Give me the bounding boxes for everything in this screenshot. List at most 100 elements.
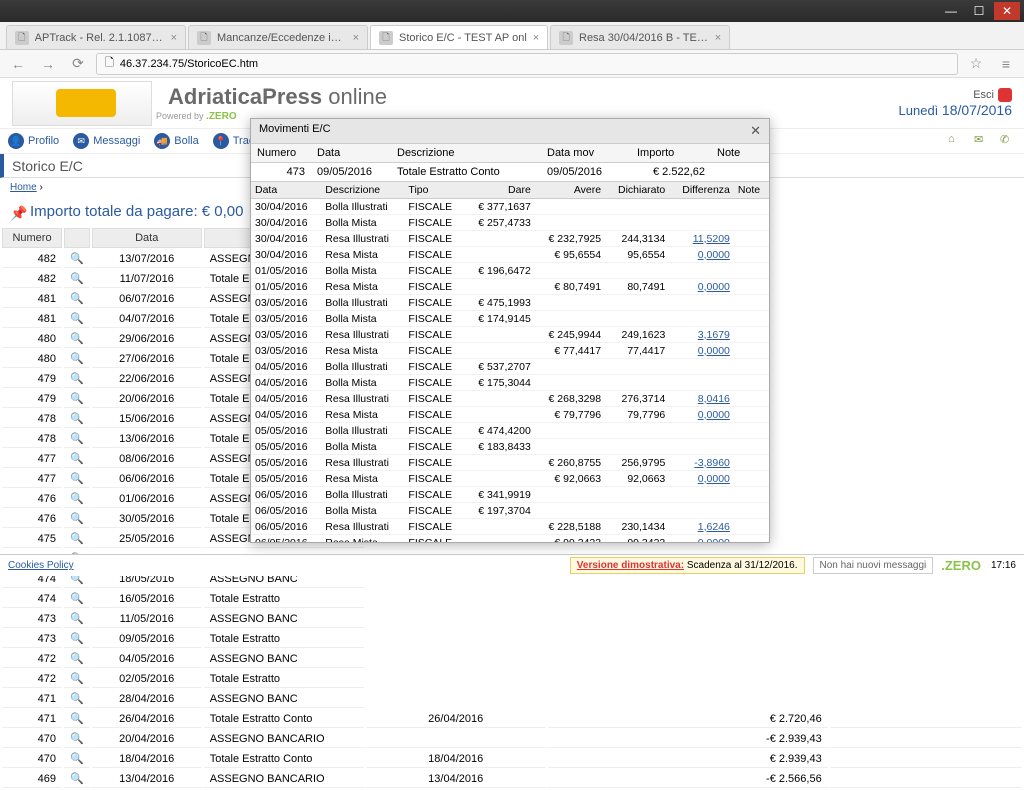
table-row[interactable]: 30/04/2016Bolla MistaFISCALE€ 257,4733: [251, 215, 769, 231]
magnifier-icon[interactable]: 🔍: [70, 293, 84, 305]
diff-link[interactable]: 0,0000: [698, 281, 730, 293]
table-row[interactable]: 06/05/2016Resa IllustratiFISCALE€ 228,51…: [251, 519, 769, 535]
table-row[interactable]: 30/04/2016Resa IllustratiFISCALE€ 232,79…: [251, 231, 769, 247]
menu-item[interactable]: ✉Messaggi: [73, 133, 140, 149]
back-button[interactable]: ←: [6, 52, 30, 76]
table-row[interactable]: 03/05/2016Bolla IllustratiFISCALE€ 475,1…: [251, 295, 769, 311]
table-row[interactable]: 04/05/2016Resa IllustratiFISCALE€ 268,32…: [251, 391, 769, 407]
table-row[interactable]: 05/05/2016Resa MistaFISCALE€ 92,066392,0…: [251, 471, 769, 487]
table-row[interactable]: 03/05/2016Resa IllustratiFISCALE€ 245,99…: [251, 327, 769, 343]
magnifier-icon[interactable]: 🔍: [70, 613, 84, 625]
menu-item[interactable]: 🚚Bolla: [154, 133, 198, 149]
magnifier-icon[interactable]: 🔍: [70, 753, 84, 765]
table-row[interactable]: 03/05/2016Bolla MistaFISCALE€ 174,9145: [251, 311, 769, 327]
column-header[interactable]: Data: [92, 228, 202, 248]
table-row[interactable]: 469🔍13/04/2016ASSEGNO BANCARIO13/04/2016…: [2, 770, 1022, 788]
magnifier-icon[interactable]: 🔍: [70, 333, 84, 345]
table-row[interactable]: 01/05/2016Bolla MistaFISCALE€ 196,6472: [251, 263, 769, 279]
table-row[interactable]: 04/05/2016Bolla MistaFISCALE€ 175,3044: [251, 375, 769, 391]
diff-link[interactable]: 8,0416: [698, 393, 730, 405]
magnifier-icon[interactable]: 🔍: [70, 413, 84, 425]
diff-link[interactable]: 0,0000: [698, 249, 730, 261]
column-header[interactable]: [64, 228, 90, 248]
table-row[interactable]: 30/04/2016Resa MistaFISCALE€ 95,655495,6…: [251, 247, 769, 263]
magnifier-icon[interactable]: 🔍: [70, 533, 84, 545]
magnifier-icon[interactable]: 🔍: [70, 313, 84, 325]
diff-link[interactable]: 0,0000: [698, 345, 730, 357]
popup-close-button[interactable]: ✕: [750, 123, 761, 139]
magnifier-icon[interactable]: 🔍: [70, 513, 84, 525]
table-row[interactable]: 470🔍18/04/2016Totale Estratto Conto18/04…: [2, 750, 1022, 768]
table-row[interactable]: 471🔍26/04/2016Totale Estratto Conto26/04…: [2, 710, 1022, 728]
menu-button[interactable]: ≡: [994, 52, 1018, 76]
magnifier-icon[interactable]: 🔍: [70, 453, 84, 465]
diff-link[interactable]: 11,5209: [693, 233, 730, 245]
diff-link[interactable]: 3,1679: [698, 329, 730, 341]
home-icon[interactable]: ⌂: [948, 133, 964, 149]
table-row[interactable]: 04/05/2016Bolla IllustratiFISCALE€ 537,2…: [251, 359, 769, 375]
table-row[interactable]: 05/05/2016Bolla MistaFISCALE€ 183,8433: [251, 439, 769, 455]
diff-link[interactable]: 1,6246: [698, 521, 730, 533]
magnifier-icon[interactable]: 🔍: [70, 473, 84, 485]
table-row[interactable]: 472🔍04/05/2016ASSEGNO BANC: [2, 650, 1022, 668]
table-row[interactable]: 05/05/2016Resa IllustratiFISCALE€ 260,87…: [251, 455, 769, 471]
table-row[interactable]: 06/05/2016Bolla MistaFISCALE€ 197,3704: [251, 503, 769, 519]
magnifier-icon[interactable]: 🔍: [70, 673, 84, 685]
table-row[interactable]: 06/05/2016Resa MistaFISCALE€ 99,342399,3…: [251, 535, 769, 543]
table-row[interactable]: 06/05/2016Bolla IllustratiFISCALE€ 341,9…: [251, 487, 769, 503]
close-button[interactable]: ✕: [994, 2, 1020, 20]
diff-link[interactable]: 0,0000: [698, 473, 730, 485]
table-row[interactable]: 01/05/2016Resa MistaFISCALE€ 80,749180,7…: [251, 279, 769, 295]
bookmark-button[interactable]: ☆: [964, 52, 988, 76]
forward-button[interactable]: →: [36, 52, 60, 76]
maximize-button[interactable]: ☐: [966, 2, 992, 20]
tab-close-icon[interactable]: ×: [533, 32, 539, 44]
magnifier-icon[interactable]: 🔍: [70, 773, 84, 785]
url-input[interactable]: 🗋 46.37.234.75/StoricoEC.htm: [96, 53, 958, 75]
cookies-link[interactable]: Cookies Policy: [8, 560, 74, 571]
magnifier-icon[interactable]: 🔍: [70, 493, 84, 505]
table-row[interactable]: 472🔍02/05/2016Totale Estratto: [2, 670, 1022, 688]
messages-status[interactable]: Non hai nuovi messaggi: [813, 557, 934, 574]
table-row[interactable]: 04/05/2016Resa MistaFISCALE€ 79,779679,7…: [251, 407, 769, 423]
table-row[interactable]: 05/05/2016Bolla IllustratiFISCALE€ 474,4…: [251, 423, 769, 439]
browser-tab[interactable]: 🗋Resa 30/04/2016 B - TEST×: [550, 25, 730, 49]
table-row[interactable]: 474🔍16/05/2016Totale Estratto: [2, 590, 1022, 608]
logout-link[interactable]: Esci: [899, 88, 1012, 102]
tab-close-icon[interactable]: ×: [715, 32, 721, 44]
reload-button[interactable]: ⟳: [66, 52, 90, 76]
browser-tab[interactable]: 🗋Storico E/C - TEST AP onl×: [370, 25, 548, 49]
magnifier-icon[interactable]: 🔍: [70, 693, 84, 705]
table-row[interactable]: 470🔍20/04/2016ASSEGNO BANCARIO-€ 2.939,4…: [2, 730, 1022, 748]
table-row[interactable]: 30/04/2016Bolla IllustratiFISCALE€ 377,1…: [251, 199, 769, 215]
browser-tab[interactable]: 🗋APTrack - Rel. 2.1.1087 - T×: [6, 25, 186, 49]
magnifier-icon[interactable]: 🔍: [70, 633, 84, 645]
magnifier-icon[interactable]: 🔍: [70, 393, 84, 405]
magnifier-icon[interactable]: 🔍: [70, 353, 84, 365]
diff-link[interactable]: 0,0000: [698, 537, 730, 543]
mail-icon[interactable]: ✉: [974, 133, 990, 149]
table-row[interactable]: 471🔍28/04/2016ASSEGNO BANC: [2, 690, 1022, 708]
browser-tab[interactable]: 🗋Mancanze/Eccedenze in E×: [188, 25, 368, 49]
menu-icon: ✉: [73, 133, 89, 149]
magnifier-icon[interactable]: 🔍: [70, 433, 84, 445]
breadcrumb-home[interactable]: Home: [10, 182, 37, 193]
magnifier-icon[interactable]: 🔍: [70, 373, 84, 385]
table-row[interactable]: 03/05/2016Resa MistaFISCALE€ 77,441777,4…: [251, 343, 769, 359]
magnifier-icon[interactable]: 🔍: [70, 273, 84, 285]
magnifier-icon[interactable]: 🔍: [70, 593, 84, 605]
magnifier-icon[interactable]: 🔍: [70, 253, 84, 265]
magnifier-icon[interactable]: 🔍: [70, 733, 84, 745]
diff-link[interactable]: -3,8960: [694, 457, 730, 469]
table-row[interactable]: 473🔍09/05/2016Totale Estratto: [2, 630, 1022, 648]
column-header[interactable]: Numero: [2, 228, 62, 248]
phone-icon[interactable]: ✆: [1000, 133, 1016, 149]
menu-item[interactable]: 👤Profilo: [8, 133, 59, 149]
tab-close-icon[interactable]: ×: [171, 32, 177, 44]
table-row[interactable]: 473🔍11/05/2016ASSEGNO BANC: [2, 610, 1022, 628]
magnifier-icon[interactable]: 🔍: [70, 713, 84, 725]
minimize-button[interactable]: —: [938, 2, 964, 20]
magnifier-icon[interactable]: 🔍: [70, 653, 84, 665]
diff-link[interactable]: 0,0000: [698, 409, 730, 421]
tab-close-icon[interactable]: ×: [353, 32, 359, 44]
